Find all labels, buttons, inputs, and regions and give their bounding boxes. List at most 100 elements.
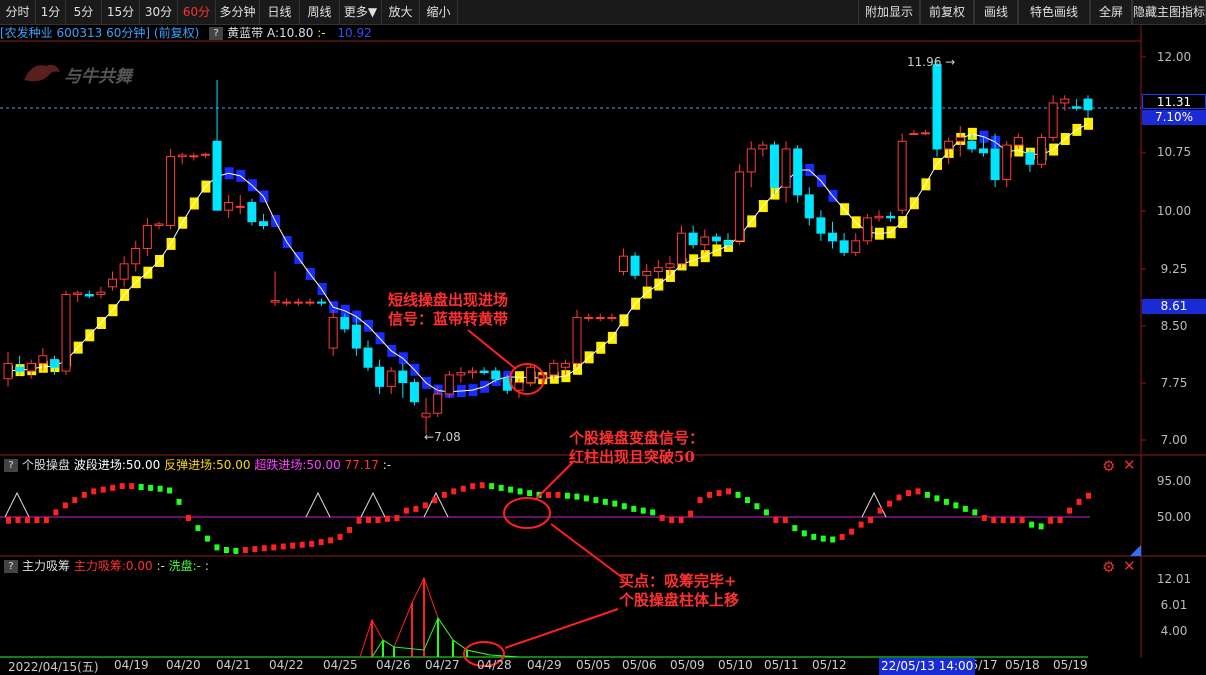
candle-body	[618, 255, 628, 272]
price-axis-label: 9.25	[1160, 262, 1188, 276]
annotation-entry-signal: 短线操盘出现进场 信号：蓝带转黄带	[388, 291, 509, 328]
candle-body	[154, 223, 164, 227]
date-label: 05/10	[718, 658, 753, 672]
panel1-dot	[53, 509, 59, 516]
candle-body	[317, 301, 327, 304]
candle-body	[920, 132, 930, 135]
candle-body	[595, 316, 605, 319]
panel1-dot	[943, 498, 949, 505]
panel1-dot	[280, 543, 286, 550]
candlestick-chart[interactable]	[0, 0, 1206, 675]
panel1-dot	[72, 497, 78, 504]
date-label: 04/28	[477, 658, 512, 672]
candle-body	[886, 215, 896, 219]
panel1-dot	[176, 498, 182, 505]
panel1-value: 77.17	[344, 458, 379, 472]
panel1-bar	[688, 510, 694, 517]
panel1-dot	[110, 484, 116, 491]
panel1-dot	[299, 541, 305, 548]
panel1-bar	[659, 515, 665, 521]
candle-body	[282, 301, 292, 304]
candle-body	[108, 278, 118, 288]
panel1-dot	[62, 502, 68, 509]
date-label: 04/25	[323, 658, 358, 672]
candle-body	[26, 362, 36, 372]
panel1-dot	[470, 483, 476, 490]
price-axis-label: 7.75	[1160, 376, 1188, 390]
candle-body	[1025, 152, 1035, 165]
panel1-triangle	[4, 491, 30, 518]
panel1-dot	[318, 539, 324, 546]
candle-body	[166, 156, 176, 227]
panel2-axis-12: 12.01	[1156, 572, 1192, 586]
candle-body	[421, 412, 431, 418]
panel1-axis-95: 95.00	[1156, 474, 1192, 488]
high-price-label: 11.96 →	[907, 55, 956, 69]
panel1-dot	[877, 507, 883, 514]
candle-body	[781, 148, 791, 188]
panel1-close-icon[interactable]: ✕	[1123, 456, 1136, 474]
panel1-dot	[517, 488, 523, 495]
panel1-dot	[640, 507, 646, 514]
last-price-badge: 11.31	[1142, 94, 1206, 109]
date-label: 04/20	[166, 658, 201, 672]
panel2-help-icon[interactable]: ?	[4, 560, 18, 573]
candle-body	[491, 370, 501, 380]
candle-body	[258, 221, 268, 227]
candle-body	[967, 140, 977, 150]
date-label: 04/19	[114, 658, 149, 672]
panel1-dot	[839, 533, 845, 540]
candle-body	[944, 140, 954, 150]
panel1-dot	[621, 503, 627, 510]
candle-body	[828, 232, 838, 242]
candle-body	[1013, 136, 1023, 146]
panel1-help-icon[interactable]: ?	[4, 459, 18, 472]
panel1-bar	[394, 515, 400, 521]
panel1-header: ? 个股操盘 波段进场:50.00 反弹进场:50.00 超跌进场:50.00 7…	[4, 458, 391, 472]
panel1-axis-50: 50.00	[1156, 510, 1192, 524]
candle-body	[96, 291, 106, 295]
panel1-name[interactable]: 个股操盘	[22, 458, 70, 472]
panel1-dot	[233, 547, 239, 554]
candle-body	[340, 316, 350, 330]
price-axis-label: 10.75	[1156, 145, 1192, 159]
panel1-dot	[157, 485, 163, 492]
panel1-dot	[347, 526, 353, 533]
panel2-settings-icon[interactable]: ⚙	[1102, 558, 1115, 576]
candle-body	[3, 362, 13, 380]
panel1-dot	[271, 544, 277, 551]
candle-body	[584, 316, 594, 319]
panel2-name[interactable]: 主力吸筹	[22, 559, 70, 573]
annotation-circle-2	[503, 497, 551, 529]
panel1-bar	[186, 515, 191, 521]
panel1-dot	[707, 491, 713, 498]
panel2-sep2: :	[204, 559, 209, 573]
candle-body	[200, 153, 210, 156]
panel1-dot	[811, 533, 817, 540]
candle-body	[909, 133, 919, 136]
panel1-dot	[953, 502, 959, 509]
candle-body	[677, 232, 687, 265]
candle-body	[1071, 106, 1081, 109]
panel1-dot	[915, 488, 921, 495]
panel1-dot	[403, 507, 409, 514]
candle-body	[1083, 98, 1093, 111]
panel1-dot	[119, 483, 125, 490]
panel1-rebound: 反弹进场:50.00	[164, 458, 251, 472]
panel1-bar	[773, 517, 779, 523]
panel1-dot	[432, 497, 438, 504]
candle-body	[874, 215, 884, 219]
panel1-bar	[782, 517, 788, 523]
candle-body	[758, 144, 768, 150]
panel1-bar	[24, 517, 30, 523]
panel1-settings-icon[interactable]: ⚙	[1102, 457, 1115, 475]
panel1-dot	[498, 484, 504, 491]
candle-body	[61, 293, 71, 372]
candle-body	[932, 64, 942, 150]
panel2-close-icon[interactable]: ✕	[1123, 557, 1136, 575]
panel1-bar	[356, 517, 362, 524]
candle-body	[247, 202, 257, 223]
candle-body	[84, 293, 94, 297]
candle-body	[73, 292, 83, 295]
candle-body	[526, 366, 536, 384]
